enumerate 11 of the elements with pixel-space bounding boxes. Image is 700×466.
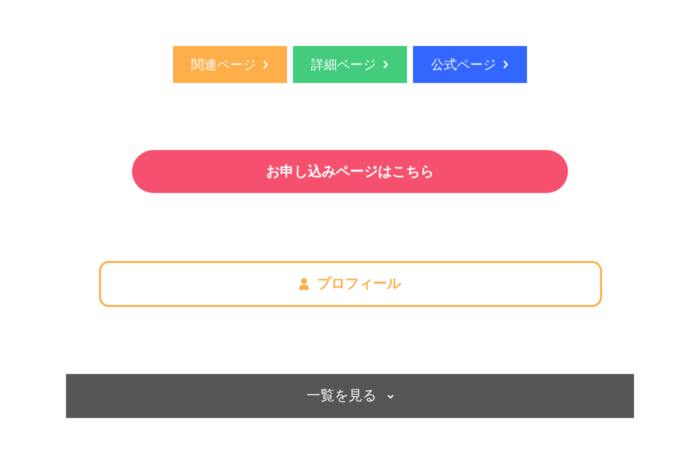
person-icon [299, 278, 309, 290]
apply-button[interactable]: お申し込みページはこちら [132, 150, 568, 193]
chevron-icon [386, 394, 394, 398]
link-button[interactable]: 関連ページ [173, 46, 287, 83]
view-all-button[interactable]: 一覧を見る [66, 374, 634, 418]
chevron-icon [382, 60, 389, 69]
link-button[interactable]: 公式ページ [413, 46, 527, 83]
profile-button[interactable]: プロフィール [98, 261, 602, 307]
chevron-icon [502, 60, 509, 69]
link-button[interactable]: 詳細ページ [293, 46, 407, 83]
chevron-icon [262, 60, 269, 69]
